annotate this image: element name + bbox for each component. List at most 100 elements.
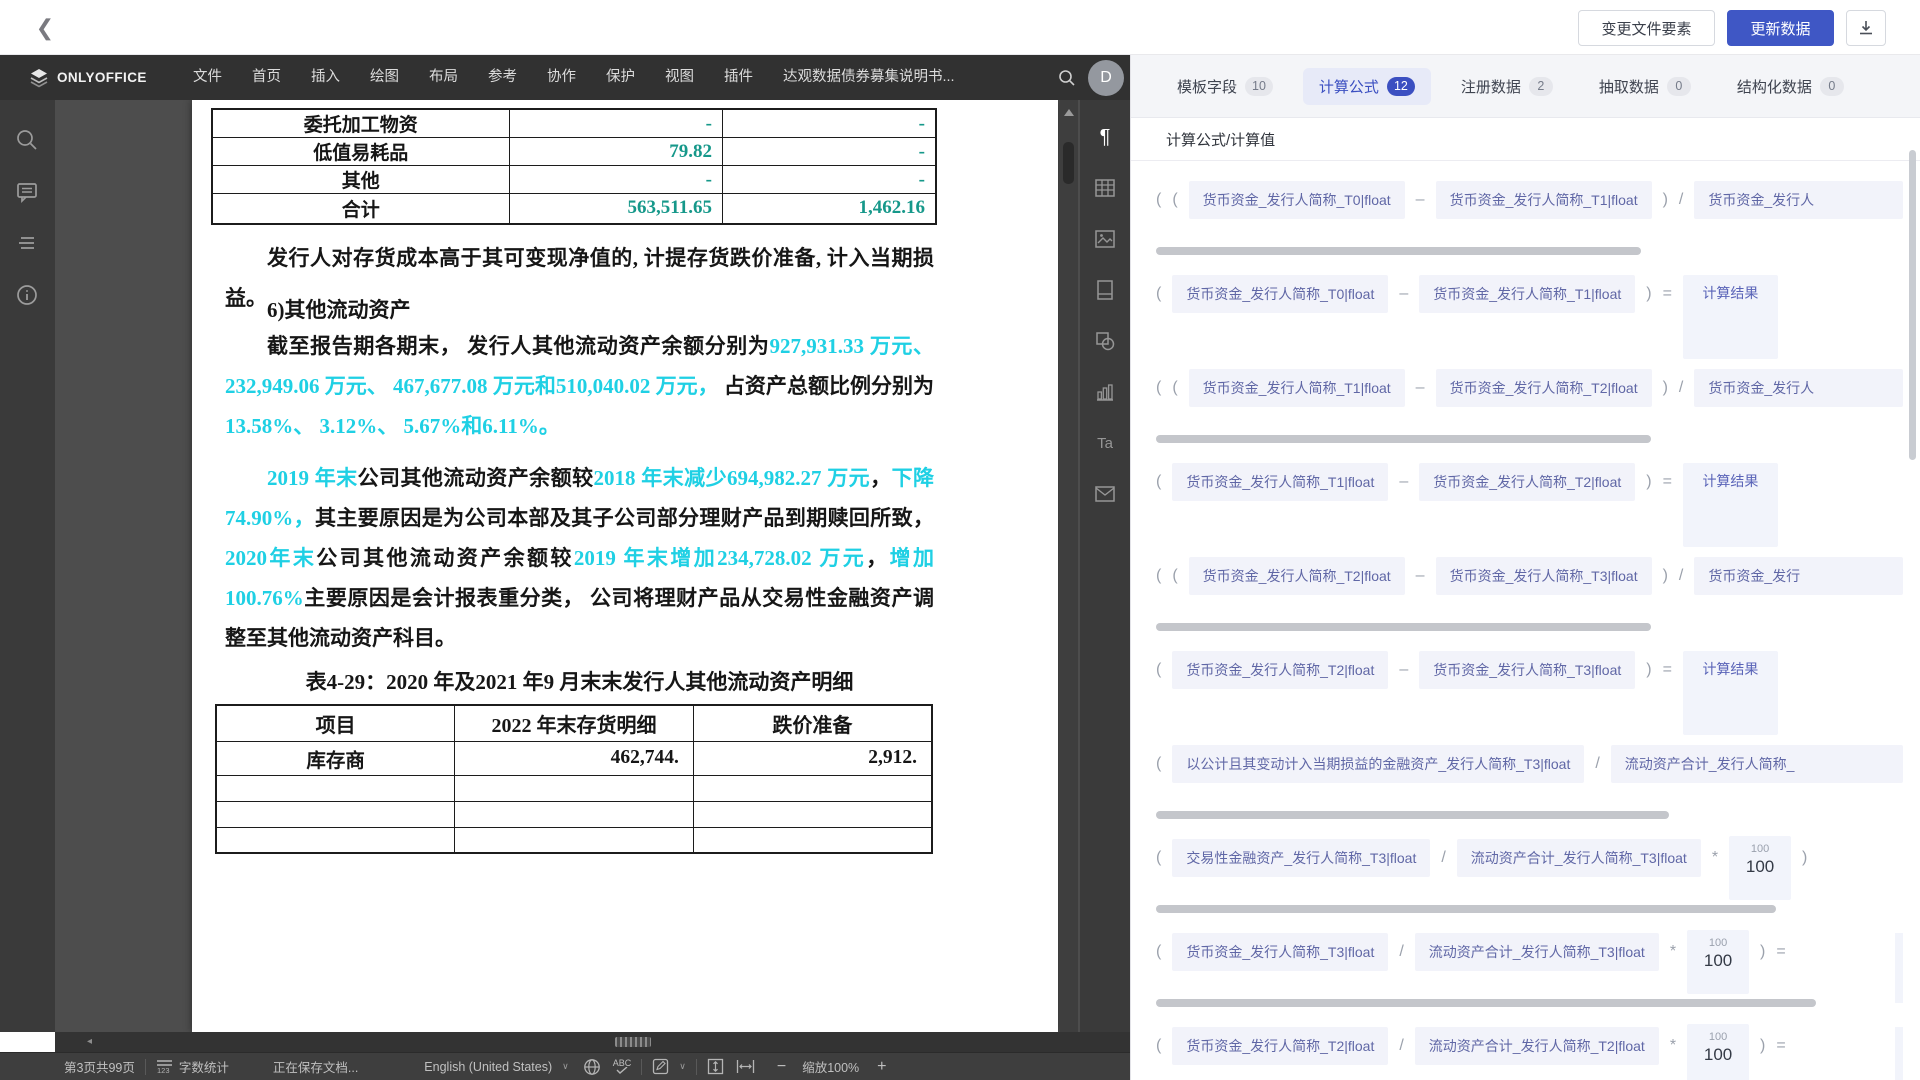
field-chip[interactable]: 货币资金_发行人 — [1694, 181, 1903, 219]
navigation-headings-icon[interactable] — [15, 231, 41, 257]
menu-item-6[interactable]: 协作 — [532, 55, 591, 100]
calc-result-chip[interactable]: 计算结果 — [1683, 275, 1778, 359]
formula-hscrollbar-thumb[interactable] — [1156, 623, 1651, 631]
calc-result-chip[interactable]: 计算结果 — [1683, 463, 1778, 547]
calc-result-chip[interactable]: 计算结果 — [1683, 651, 1778, 735]
header-footer-settings-icon[interactable] — [1091, 276, 1119, 304]
field-chip[interactable]: 货币资金_发行人简称_T3|float — [1436, 557, 1652, 595]
table-value-cell: - — [509, 109, 723, 138]
feedback-button[interactable]: ∨ — [652, 1058, 686, 1075]
back-icon[interactable]: ❮ — [30, 13, 60, 43]
menu-item-4[interactable]: 布局 — [414, 55, 473, 100]
field-chip[interactable]: 货币资金_发行人 — [1694, 369, 1903, 407]
menu-search-icon[interactable] — [1058, 69, 1076, 87]
document-page[interactable]: 委托加工物资--低值易耗品79.82-其他--合计563,511.651,462… — [192, 100, 1058, 1032]
operator: ) — [1646, 661, 1651, 679]
document-scrollbar-thumb[interactable] — [1063, 142, 1074, 184]
table-settings-icon[interactable] — [1091, 174, 1119, 202]
constant-chip[interactable]: 100100 — [1687, 930, 1749, 994]
menu-item-2[interactable]: 插入 — [296, 55, 355, 100]
formula-row-5[interactable]: ((货币资金_发行人简称_T2|float–货币资金_发行人简称_T3|floa… — [1156, 557, 1903, 595]
formula-row-10[interactable]: (货币资金_发行人简称_T2|float/流动资产合计_发行人简称_T2|flo… — [1156, 1027, 1903, 1065]
document-hscrollbar[interactable]: ◂ — [55, 1032, 1130, 1052]
field-chip[interactable]: 货币资金_发行人简称_T3|float — [1172, 933, 1388, 971]
operator: ) — [1646, 285, 1651, 303]
field-chip[interactable]: 流动资产合计_发行人简称_T3|float — [1457, 839, 1701, 877]
fit-width-icon[interactable] — [736, 1059, 755, 1074]
field-chip[interactable]: 货币资金_发行人简称_T2|float — [1172, 1027, 1388, 1065]
hscroll-left-arrow-icon[interactable]: ◂ — [87, 1036, 92, 1047]
fit-page-icon[interactable] — [707, 1058, 724, 1075]
formula-hscrollbar-thumb[interactable] — [1156, 811, 1669, 819]
zoom-in-button[interactable]: + — [877, 1058, 886, 1076]
table-header-cell: 2022 年末存货明细 — [455, 705, 694, 741]
chart-settings-icon[interactable] — [1091, 378, 1119, 406]
table-value-cell: - — [509, 166, 723, 194]
formula-row-8[interactable]: (交易性金融资产_发行人简称_T3|float/流动资产合计_发行人简称_T3|… — [1156, 839, 1903, 877]
textart-settings-icon[interactable]: Ta — [1091, 429, 1119, 457]
user-avatar[interactable]: D — [1088, 60, 1124, 96]
paragraph-changes: 2019 年末公司其他流动资产余额较2018 年末减少694,982.27 万元… — [225, 458, 934, 658]
formula-hscrollbar-thumb[interactable] — [1156, 435, 1651, 443]
panel-vscrollbar-thumb[interactable] — [1909, 150, 1916, 460]
document-scrollbar[interactable] — [1060, 100, 1078, 1032]
language-selector[interactable]: English (United States) ∨ — [424, 1060, 568, 1074]
menu-item-1[interactable]: 首页 — [237, 55, 296, 100]
field-chip[interactable]: 货币资金_发行人简称_T2|float — [1419, 463, 1635, 501]
formula-row-4[interactable]: (货币资金_发行人简称_T1|float–货币资金_发行人简称_T2|float… — [1156, 463, 1903, 501]
field-chip[interactable]: 货币资金_发行人简称_T0|float — [1189, 181, 1405, 219]
constant-chip[interactable]: 100100 — [1687, 1024, 1749, 1080]
field-chip[interactable]: 流动资产合计_发行人简称_T2|float — [1415, 1027, 1659, 1065]
field-chip[interactable]: 流动资产合计_发行人简称_ — [1611, 745, 1903, 783]
zoom-out-button[interactable]: − — [777, 1058, 786, 1076]
update-data-button[interactable]: 更新数据 — [1727, 10, 1834, 46]
formula-row-6[interactable]: (货币资金_发行人简称_T2|float–货币资金_发行人简称_T3|float… — [1156, 651, 1903, 689]
document-language-icon[interactable] — [583, 1058, 601, 1076]
paragraph-settings-icon[interactable]: ¶ — [1091, 123, 1119, 151]
field-chip[interactable]: 以公计且其变动计入当期损益的金融资产_发行人简称_T3|float — [1172, 745, 1584, 783]
menu-item-0[interactable]: 文件 — [178, 55, 237, 100]
field-chip[interactable]: 货币资金_发行人简称_T2|float — [1172, 651, 1388, 689]
formula-row-3[interactable]: ((货币资金_发行人简称_T1|float–货币资金_发行人简称_T2|floa… — [1156, 369, 1903, 407]
formula-hscrollbar-thumb[interactable] — [1156, 999, 1816, 1007]
search-icon[interactable] — [15, 128, 41, 154]
image-settings-icon[interactable] — [1091, 225, 1119, 253]
formula-row-2[interactable]: (货币资金_发行人简称_T0|float–货币资金_发行人简称_T1|float… — [1156, 275, 1903, 313]
about-info-icon[interactable] — [15, 283, 41, 309]
field-chip[interactable]: 货币资金_发行人简称_T1|float — [1436, 181, 1652, 219]
menu-item-7[interactable]: 保护 — [591, 55, 650, 100]
constant-chip[interactable]: 100100 — [1729, 836, 1791, 900]
spellcheck-icon[interactable]: ABC — [613, 1059, 632, 1074]
field-chip[interactable]: 货币资金_发行人简称_T1|float — [1189, 369, 1405, 407]
field-chip[interactable]: 流动资产合计_发行人简称_T3|float — [1415, 933, 1659, 971]
page-counter[interactable]: 第3页共99页 — [64, 1057, 135, 1076]
formula-row-9[interactable]: (货币资金_发行人简称_T3|float/流动资产合计_发行人简称_T3|flo… — [1156, 933, 1903, 971]
menu-item-5[interactable]: 参考 — [473, 55, 532, 100]
mail-merge-icon[interactable] — [1091, 480, 1119, 508]
field-chip[interactable]: 交易性金融资产_发行人简称_T3|float — [1172, 839, 1430, 877]
formula-hscrollbar-thumb[interactable] — [1156, 905, 1776, 913]
operator: = — [1776, 1037, 1785, 1055]
field-chip[interactable]: 货币资金_发行人简称_T1|float — [1419, 275, 1635, 313]
field-chip[interactable]: 货币资金_发行人简称_T2|float — [1189, 557, 1405, 595]
scroll-up-arrow-icon[interactable] — [1064, 109, 1074, 116]
field-chip[interactable]: 货币资金_发行人简称_T0|float — [1172, 275, 1388, 313]
shape-settings-icon[interactable] — [1091, 327, 1119, 355]
word-count-button[interactable]: 123 字数统计 — [156, 1057, 229, 1076]
menu-item-9[interactable]: 插件 — [709, 55, 768, 100]
field-chip[interactable]: 货币资金_发行人简称_T1|float — [1172, 463, 1388, 501]
formula-row-7[interactable]: (以公计且其变动计入当期损益的金融资产_发行人简称_T3|float/流动资产合… — [1156, 745, 1903, 783]
field-chip[interactable]: 货币资金_发行 — [1694, 557, 1903, 595]
menu-item-3[interactable]: 绘图 — [355, 55, 414, 100]
field-chip[interactable]: 货币资金_发行人简称_T2|float — [1436, 369, 1652, 407]
formula-hscrollbar-thumb[interactable] — [1156, 247, 1641, 255]
menu-item-10[interactable]: 达观数据债券募集说明书... — [768, 55, 970, 100]
comments-icon[interactable] — [15, 180, 41, 206]
hscrollbar-thumb[interactable] — [615, 1037, 651, 1047]
change-file-elements-button[interactable]: 变更文件要素 — [1578, 10, 1715, 46]
download-button[interactable] — [1846, 10, 1886, 46]
zoom-level[interactable]: 缩放100% — [802, 1057, 859, 1076]
menu-item-8[interactable]: 视图 — [650, 55, 709, 100]
formula-row-1[interactable]: ((货币资金_发行人简称_T0|float–货币资金_发行人简称_T1|floa… — [1156, 181, 1903, 219]
field-chip[interactable]: 货币资金_发行人简称_T3|float — [1419, 651, 1635, 689]
